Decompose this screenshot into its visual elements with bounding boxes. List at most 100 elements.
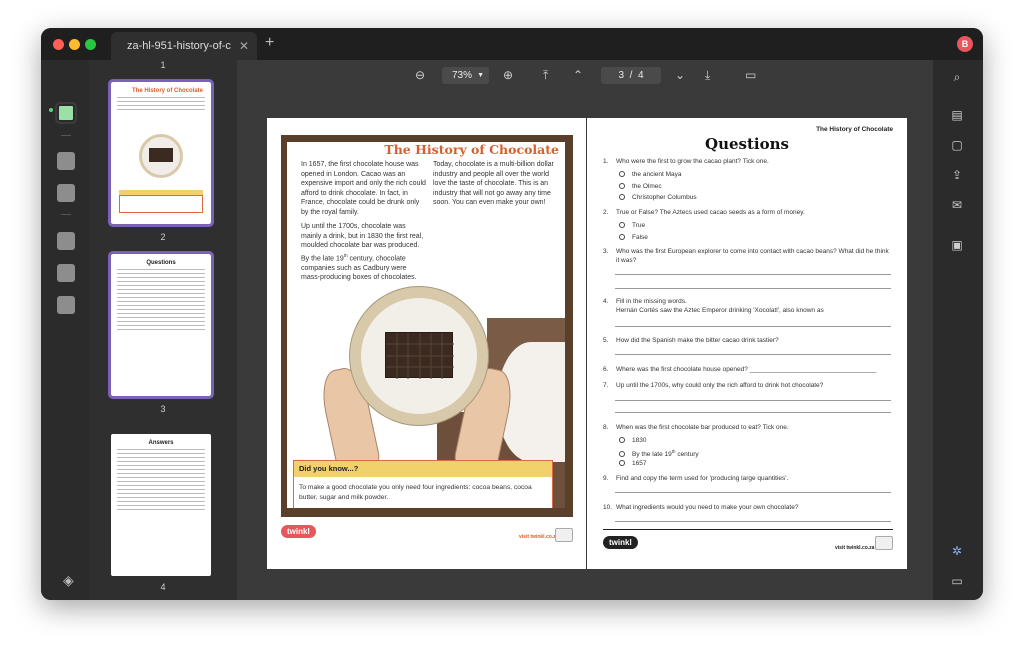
q8-option[interactable]: By the late 19th century: [619, 449, 699, 458]
layers-icon[interactable]: ◈: [63, 572, 74, 589]
thumb-text-line: [117, 101, 205, 102]
option-label: By the late 19: [632, 451, 672, 459]
share-icon[interactable]: ⇪: [950, 168, 964, 182]
next-page-icon[interactable]: ⌄: [675, 68, 685, 82]
page-2: The History of Chocolate In 1657, the fi…: [267, 118, 586, 569]
close-window-button[interactable]: [53, 39, 64, 50]
search-icon[interactable]: ⌕: [950, 70, 964, 84]
q1-option[interactable]: the ancient Maya: [619, 171, 682, 178]
radio-icon[interactable]: [619, 437, 625, 444]
q8-option[interactable]: 1830: [619, 437, 646, 444]
first-page-icon[interactable]: ⤒: [543, 68, 548, 83]
new-tab-button[interactable]: +: [265, 34, 274, 52]
thumbnail-page-4[interactable]: Answers: [111, 434, 211, 576]
radio-icon[interactable]: [619, 194, 625, 201]
thumbnail-page-2[interactable]: The History of Chocolate: [108, 79, 214, 227]
radio-icon[interactable]: [619, 451, 625, 458]
last-page-icon[interactable]: ⤓: [705, 68, 710, 83]
zoom-window-button[interactable]: [85, 39, 96, 50]
did-you-know-box: Did you know...? To make a good chocolat…: [293, 460, 553, 508]
thumb-text-line: [117, 501, 205, 502]
answer-line[interactable]: [615, 412, 891, 413]
avatar[interactable]: B: [957, 36, 973, 52]
ai-assistant-icon[interactable]: ✲: [950, 544, 964, 558]
question-number: 5.: [603, 337, 609, 344]
question-text: Find and copy the term used for 'produci…: [616, 475, 789, 482]
crop-page-icon[interactable]: [57, 264, 75, 282]
answer-line[interactable]: [615, 274, 891, 275]
thumb-text-line: [117, 449, 205, 450]
option-label: 1830: [632, 437, 647, 444]
previous-page-icon[interactable]: ⌃: [573, 68, 583, 82]
chocolate-bar-image: [385, 332, 454, 379]
footer-url: visit twinkl.co.za: [835, 545, 875, 551]
q1-option[interactable]: Christopher Columbus: [619, 194, 697, 201]
answer-line[interactable]: [615, 521, 891, 522]
thumb-text-line: [117, 485, 205, 486]
highlighter-icon[interactable]: [57, 152, 75, 170]
zoom-value: 73%: [452, 70, 473, 81]
protect-file-icon[interactable]: ▢: [950, 138, 964, 152]
thumb-text-line: [117, 281, 205, 282]
thumbnail-page-3[interactable]: Questions: [108, 251, 214, 399]
thumb-text-line: [117, 293, 205, 294]
thumb-text-line: [117, 453, 205, 454]
thumb-text-line: [117, 277, 205, 278]
did-you-know-heading: Did you know...?: [294, 461, 552, 477]
page-title: Questions: [705, 135, 789, 153]
document-tab[interactable]: za-hl-951-history-of-choc ✕: [111, 32, 257, 60]
thumb-title: Questions: [146, 260, 176, 266]
radio-icon[interactable]: [619, 234, 625, 241]
radio-icon[interactable]: [619, 460, 625, 467]
q2-option[interactable]: False: [619, 234, 648, 241]
minimize-window-button[interactable]: [69, 39, 80, 50]
save-icon[interactable]: ▣: [950, 238, 964, 252]
question-number: 6.: [603, 366, 609, 373]
answer-line[interactable]: [615, 288, 891, 289]
radio-icon[interactable]: [619, 183, 625, 190]
option-label: the Olmec: [632, 183, 662, 190]
email-icon[interactable]: ✉: [950, 198, 964, 212]
q2-option[interactable]: True: [619, 222, 645, 229]
question-text: Up until the 1700s, why could only the r…: [616, 382, 824, 389]
answer-line[interactable]: [615, 354, 891, 355]
option-label: century: [675, 451, 699, 459]
thumb-page-number: 4: [160, 582, 166, 592]
question-text: What ingredients would you need to make …: [616, 504, 799, 511]
close-tab-icon[interactable]: ✕: [239, 32, 249, 60]
thumb-did-you-know-box: [119, 195, 203, 213]
organize-pages-icon[interactable]: [57, 232, 75, 250]
option-label: True: [632, 222, 646, 229]
page-indicator[interactable]: 3 / 4: [601, 67, 661, 84]
zoom-out-icon[interactable]: ⊖: [415, 68, 425, 82]
thumb-text-line: [117, 325, 205, 326]
answer-line[interactable]: [615, 492, 891, 493]
zoom-in-icon[interactable]: ⊕: [503, 68, 513, 82]
question-text: Who was the first European explorer to c…: [616, 248, 889, 264]
paragraph: Up until the 1700s, chocolate was mainly…: [301, 222, 427, 283]
thumb-title: Answers: [148, 440, 174, 446]
thumb-text-line: [117, 301, 205, 302]
thumbnails-view-icon[interactable]: [55, 102, 77, 124]
radio-icon[interactable]: [619, 171, 625, 178]
answer-line[interactable]: [615, 326, 891, 327]
edit-text-icon[interactable]: [57, 184, 75, 202]
q8-option[interactable]: 1657: [619, 460, 646, 467]
radio-icon[interactable]: [619, 222, 625, 229]
rail-divider: [61, 135, 71, 136]
thumb-text-line: [117, 309, 205, 310]
comment-icon[interactable]: ▭: [950, 574, 964, 588]
answer-line[interactable]: [615, 400, 891, 401]
page-border-frame: The History of Chocolate In 1657, the fi…: [281, 135, 573, 517]
did-you-know-text: To make a good chocolate you only need f…: [299, 484, 532, 501]
convert-file-icon[interactable]: ▤: [950, 108, 964, 122]
q1-option[interactable]: the Olmec: [619, 183, 662, 190]
stamp-icon: [555, 528, 573, 542]
thumb-text-line: [117, 97, 205, 98]
convert-icon[interactable]: [57, 296, 75, 314]
question-number: 2.: [603, 209, 609, 216]
twinkl-logo: twinkl: [603, 536, 638, 549]
active-indicator: [49, 108, 53, 112]
presentation-icon[interactable]: ▭: [745, 68, 756, 82]
zoom-select[interactable]: 73% ▼: [442, 67, 489, 84]
